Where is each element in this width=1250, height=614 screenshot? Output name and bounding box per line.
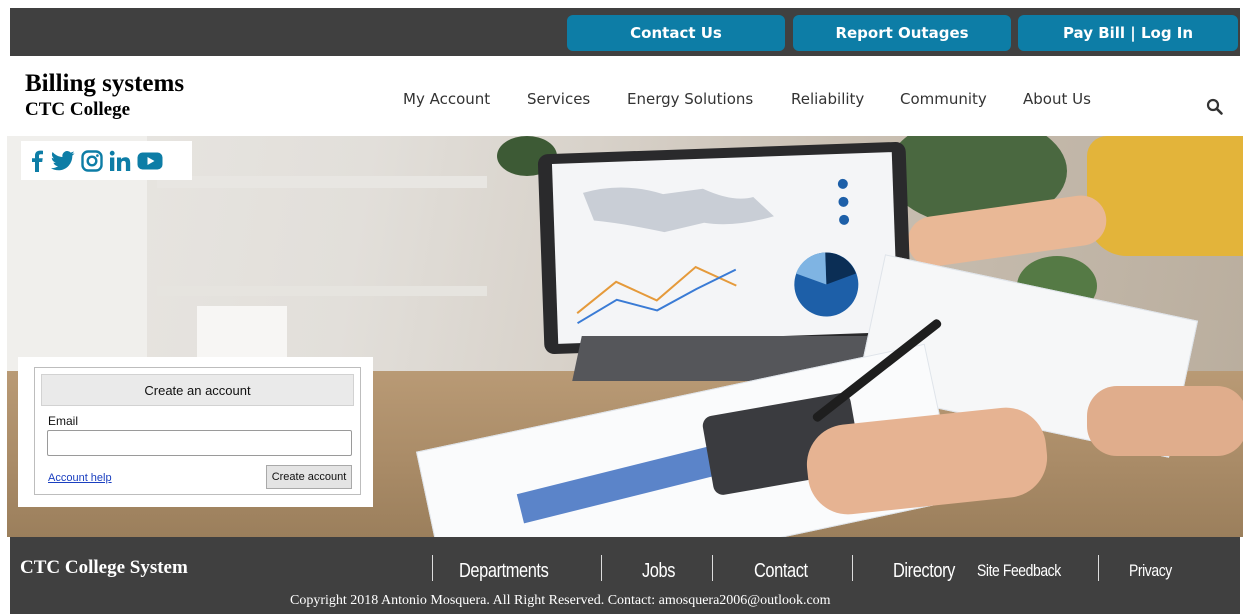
social-links	[21, 141, 192, 180]
report-outages-button[interactable]: Report Outages	[793, 15, 1011, 51]
footer-separator	[852, 555, 853, 581]
copyright-text: Copyright 2018 Antonio Mosquera. All Rig…	[290, 593, 831, 608]
twitter-icon[interactable]	[51, 150, 75, 171]
create-account-heading: Create an account	[41, 374, 354, 406]
create-account-form: Create an account Email Account help Cre…	[34, 367, 361, 495]
account-help-link[interactable]: Account help	[48, 472, 112, 484]
footer-link-site-feedback[interactable]: Site Feedback	[977, 561, 1061, 581]
create-account-button[interactable]: Create account	[266, 465, 352, 489]
footer-separator	[601, 555, 602, 581]
footer-brand: CTC College System	[20, 557, 188, 578]
footer-separator	[1098, 555, 1099, 581]
pay-bill-login-button[interactable]: Pay Bill | Log In	[1018, 15, 1238, 51]
nav-about-us[interactable]: About Us	[1023, 90, 1091, 108]
facebook-icon[interactable]	[29, 150, 45, 172]
main-nav: My Account Services Energy Solutions Rel…	[0, 90, 1250, 112]
search-icon[interactable]	[1206, 98, 1224, 116]
top-utility-bar: Contact Us Report Outages Pay Bill | Log…	[10, 8, 1240, 56]
nav-energy-solutions[interactable]: Energy Solutions	[627, 90, 753, 108]
contact-us-button[interactable]: Contact Us	[567, 15, 785, 51]
email-label: Email	[48, 414, 79, 428]
footer-separator	[712, 555, 713, 581]
footer-link-directory[interactable]: Directory	[893, 560, 955, 583]
youtube-icon[interactable]	[137, 151, 163, 171]
footer-link-contact[interactable]: Contact	[754, 560, 808, 583]
nav-community[interactable]: Community	[900, 90, 987, 108]
footer-link-privacy[interactable]: Privacy	[1129, 561, 1172, 581]
footer-separator	[432, 555, 433, 581]
nav-reliability[interactable]: Reliability	[791, 90, 864, 108]
create-account-panel: Create an account Email Account help Cre…	[18, 357, 373, 507]
instagram-icon[interactable]	[81, 149, 103, 172]
footer: CTC College System Departments Jobs Cont…	[10, 537, 1240, 614]
footer-link-departments[interactable]: Departments	[459, 560, 549, 583]
nav-services[interactable]: Services	[527, 90, 590, 108]
email-field[interactable]	[47, 430, 352, 456]
nav-my-account[interactable]: My Account	[403, 90, 490, 108]
footer-link-jobs[interactable]: Jobs	[642, 560, 675, 583]
linkedin-icon[interactable]	[109, 150, 131, 172]
